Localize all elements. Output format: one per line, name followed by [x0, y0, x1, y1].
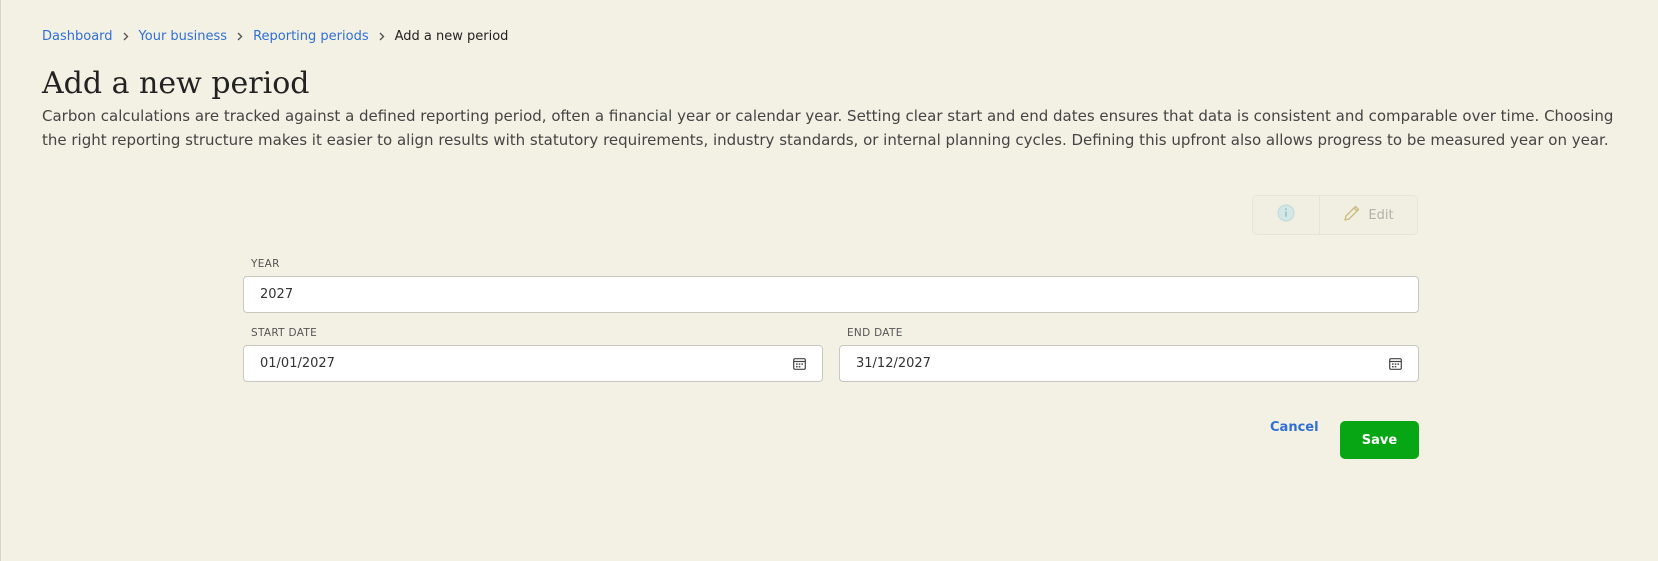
start-date-field: [243, 345, 823, 382]
start-date-input[interactable]: [244, 346, 707, 381]
page-title: Add a new period: [42, 66, 310, 101]
cancel-button[interactable]: Cancel: [1270, 420, 1319, 435]
info-icon: [1277, 204, 1295, 226]
breadcrumb-your-business[interactable]: Your business: [139, 29, 228, 44]
breadcrumb-reporting-periods[interactable]: Reporting periods: [253, 29, 369, 44]
page-left-border: [0, 0, 1, 561]
end-date-label: END DATE: [847, 327, 903, 339]
year-input[interactable]: [243, 276, 1419, 313]
page-intro: Carbon calculations are tracked against …: [42, 107, 1614, 149]
breadcrumb: Dashboard Your business Reporting period…: [42, 29, 508, 44]
edit-label: Edit: [1368, 207, 1394, 223]
end-date-input[interactable]: [840, 346, 1303, 381]
chevron-right-icon: [379, 32, 385, 41]
breadcrumb-dashboard[interactable]: Dashboard: [42, 29, 113, 44]
edit-button[interactable]: Edit: [1320, 196, 1417, 234]
calendar-icon[interactable]: [1389, 357, 1402, 370]
chevron-right-icon: [237, 32, 243, 41]
info-button[interactable]: [1253, 196, 1320, 234]
year-label: YEAR: [251, 258, 280, 270]
end-date-field: [839, 345, 1419, 382]
calendar-icon[interactable]: [793, 357, 806, 370]
save-button[interactable]: Save: [1340, 421, 1419, 459]
pencil-icon: [1343, 204, 1361, 226]
chevron-right-icon: [123, 32, 129, 41]
toolbar: Edit: [1252, 195, 1418, 235]
breadcrumb-current: Add a new period: [394, 29, 509, 44]
start-date-label: START DATE: [251, 327, 318, 339]
